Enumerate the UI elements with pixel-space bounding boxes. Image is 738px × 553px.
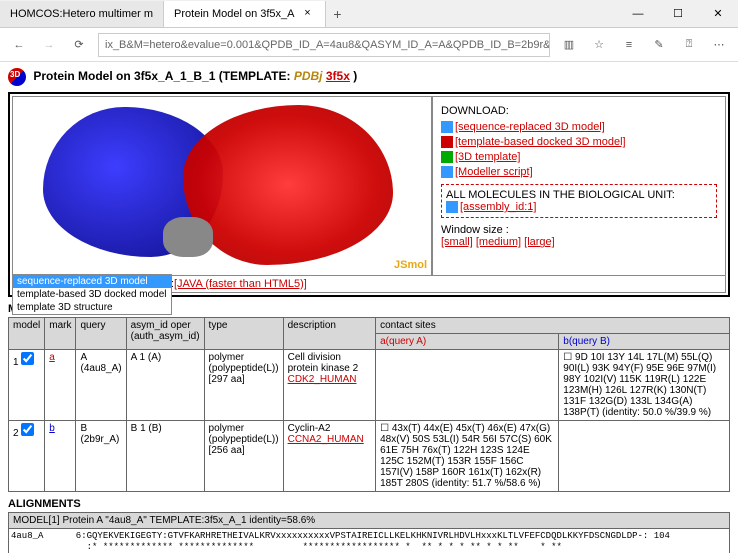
molecules-table: model mark query asym_id oper (auth_asym… bbox=[8, 317, 730, 492]
notes-icon[interactable]: ✎ bbox=[648, 34, 670, 56]
url-input[interactable]: ix_B&M=hetero&evalue=0.001&QPDB_ID_A=4au… bbox=[98, 33, 550, 57]
download-icon bbox=[441, 136, 453, 148]
alignment-header: MODEL[1] Protein A "4au8_A" TEMPLATE:3f5… bbox=[8, 512, 730, 528]
mark-link[interactable]: a bbox=[49, 352, 55, 363]
tab-label: Protein Model on 3f5x_A bbox=[174, 8, 294, 20]
cell-asym: B 1 (B) bbox=[126, 421, 204, 492]
alignment-body: 4au8_A 6:GQYEKVEKIGEGTY:GTVFKARHRETHEIVA… bbox=[8, 528, 730, 553]
protein-link[interactable]: CCNA2_HUMAN bbox=[288, 434, 364, 445]
title-suffix: ) bbox=[353, 69, 357, 83]
close-icon[interactable]: × bbox=[301, 7, 315, 21]
col-query-a: a(query A) bbox=[376, 334, 559, 350]
biological-unit-box: ALL MOLECULES IN THE BIOLOGICAL UNIT: [a… bbox=[441, 184, 717, 218]
cell-model: 2 bbox=[9, 421, 45, 492]
pdb-label: PDBj bbox=[294, 69, 323, 83]
tab-homcos[interactable]: HOMCOS:Hetero multimer m bbox=[0, 1, 164, 27]
cell-sites-a bbox=[376, 350, 559, 421]
mark-link[interactable]: b bbox=[49, 423, 55, 434]
cell-mark: a bbox=[45, 350, 76, 421]
size-large-link[interactable]: [large] bbox=[524, 236, 555, 248]
download-link[interactable]: [sequence-replaced 3D model] bbox=[455, 121, 605, 133]
back-button[interactable]: ← bbox=[8, 34, 30, 56]
template-link[interactable]: 3f5x bbox=[326, 69, 350, 83]
table-row: 2 b B (2b9r_A) B 1 (B) polymer (polypept… bbox=[9, 421, 730, 492]
minimize-button[interactable]: — bbox=[618, 0, 658, 28]
download-icon bbox=[441, 121, 453, 133]
download-link[interactable]: [template-based docked 3D model] bbox=[455, 136, 626, 148]
col-model: model bbox=[9, 318, 45, 350]
model-checkbox[interactable] bbox=[21, 352, 34, 365]
cell-model: 1 bbox=[9, 350, 45, 421]
download-icon bbox=[446, 201, 458, 213]
cell-sites-a: ☐ 43x(T) 44x(E) 45x(T) 46x(E) 47x(G) 48x… bbox=[376, 421, 559, 492]
jsmol-label: JSmol bbox=[394, 259, 427, 271]
dropdown-option[interactable]: template-based 3D docked model bbox=[13, 288, 171, 301]
maximize-button[interactable]: ☐ bbox=[658, 0, 698, 28]
download-title: DOWNLOAD: bbox=[441, 105, 717, 117]
size-small-link[interactable]: [small] bbox=[441, 236, 473, 248]
protein-link[interactable]: CDK2_HUMAN bbox=[288, 374, 357, 385]
model-checkbox[interactable] bbox=[21, 423, 34, 436]
dropdown-option[interactable]: template 3D structure bbox=[13, 301, 171, 314]
tab-label: HOMCOS:Hetero multimer m bbox=[10, 8, 153, 20]
page-content: Protein Model on 3f5x_A_1_B_1 (TEMPLATE:… bbox=[0, 62, 738, 553]
url-text: ix_B&M=hetero&evalue=0.001&QPDB_ID_A=4au… bbox=[105, 39, 550, 51]
protein-chain-b bbox=[183, 105, 393, 265]
col-asym: asym_id oper (auth_asym_id) bbox=[126, 318, 204, 350]
molecule-viewer[interactable]: JSmol bbox=[12, 96, 432, 276]
cell-sites-b: ☐ 9D 10I 13Y 14L 17L(M) 55L(Q) 90I(L) 93… bbox=[559, 350, 730, 421]
col-type: type bbox=[204, 318, 283, 350]
more-icon[interactable]: ⋯ bbox=[708, 34, 730, 56]
new-tab-button[interactable]: + bbox=[326, 6, 350, 22]
share-icon[interactable]: ⍰ bbox=[678, 34, 700, 56]
browser-titlebar: HOMCOS:Hetero multimer m Protein Model o… bbox=[0, 0, 738, 28]
java-link[interactable]: [JAVA (faster than HTML5)] bbox=[174, 278, 307, 290]
favorite-icon[interactable]: ☆ bbox=[588, 34, 610, 56]
cell-type: polymer (polypeptide(L)) [256 aa] bbox=[204, 421, 283, 492]
download-link[interactable]: [3D template] bbox=[455, 151, 520, 163]
download-link[interactable]: [Modeller script] bbox=[455, 166, 533, 178]
bio-unit-title: ALL MOLECULES IN THE BIOLOGICAL UNIT: bbox=[446, 189, 712, 201]
refresh-button[interactable]: ⟳ bbox=[68, 34, 90, 56]
col-query-b: b(query B) bbox=[559, 334, 730, 350]
cell-desc: Cell division protein kinase 2CDK2_HUMAN bbox=[283, 350, 376, 421]
cell-mark: b bbox=[45, 421, 76, 492]
assembly-link[interactable]: [assembly_id:1] bbox=[460, 201, 536, 213]
col-contact: contact sites bbox=[376, 318, 730, 334]
col-query: query bbox=[76, 318, 126, 350]
cell-desc: Cyclin-A2CCNA2_HUMAN bbox=[283, 421, 376, 492]
dropdown-option[interactable]: sequence-replaced 3D model bbox=[13, 275, 171, 288]
window-size-label: Window size : bbox=[441, 224, 717, 236]
cell-asym: A 1 (A) bbox=[126, 350, 204, 421]
section-title: ALIGNMENTS bbox=[8, 498, 730, 510]
logo-3d-icon bbox=[8, 68, 26, 86]
size-medium-link[interactable]: [medium] bbox=[476, 236, 521, 248]
view-mode-dropdown[interactable]: sequence-replaced 3D model template-base… bbox=[12, 274, 172, 315]
browser-toolbar: ← → ⟳ ix_B&M=hetero&evalue=0.001&QPDB_ID… bbox=[0, 28, 738, 62]
tab-protein-model[interactable]: Protein Model on 3f5x_A × bbox=[164, 1, 325, 27]
download-icon bbox=[441, 151, 453, 163]
hub-icon[interactable]: ≡ bbox=[618, 34, 640, 56]
cell-query: A (4au8_A) bbox=[76, 350, 126, 421]
col-mark: mark bbox=[45, 318, 76, 350]
reading-list-icon[interactable]: ▥ bbox=[558, 34, 580, 56]
alignments-section: ALIGNMENTS MODEL[1] Protein A "4au8_A" T… bbox=[8, 498, 730, 553]
download-icon bbox=[441, 166, 453, 178]
download-panel: DOWNLOAD: [sequence-replaced 3D model] [… bbox=[432, 96, 726, 276]
protein-ligand bbox=[163, 217, 213, 257]
molecules-section: MOLECULES model mark query asym_id oper … bbox=[8, 303, 730, 492]
forward-button[interactable]: → bbox=[38, 34, 60, 56]
col-desc: description bbox=[283, 318, 376, 350]
cell-query: B (2b9r_A) bbox=[76, 421, 126, 492]
main-frame: JSmol sequence-replaced 3D model templat… bbox=[8, 92, 730, 297]
table-row: 1 a A (4au8_A) A 1 (A) polymer (polypept… bbox=[9, 350, 730, 421]
cell-sites-b bbox=[559, 421, 730, 492]
page-header: Protein Model on 3f5x_A_1_B_1 (TEMPLATE:… bbox=[8, 68, 730, 86]
cell-type: polymer (polypeptide(L)) [297 aa] bbox=[204, 350, 283, 421]
close-window-button[interactable]: ✕ bbox=[698, 0, 738, 28]
page-title-text: Protein Model on 3f5x_A_1_B_1 (TEMPLATE: bbox=[33, 69, 294, 83]
